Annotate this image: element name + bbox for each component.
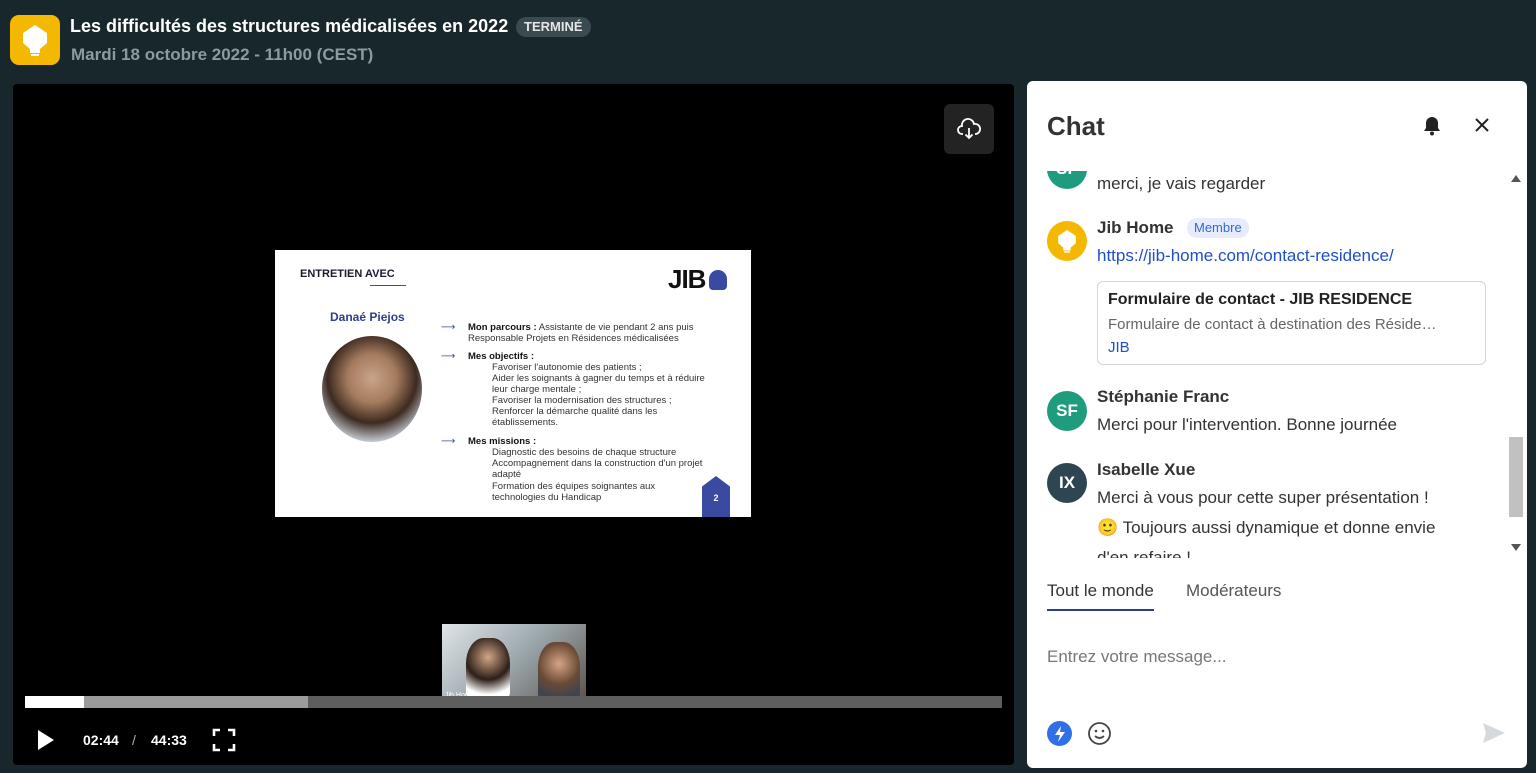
arrow-icon: ⟶ bbox=[441, 322, 456, 333]
slide-objectif: Favoriser l'autonomie des patients ; bbox=[492, 362, 642, 373]
scroll-up-arrow-icon[interactable] bbox=[1511, 175, 1521, 182]
download-button[interactable] bbox=[944, 104, 994, 154]
avatar bbox=[1047, 221, 1087, 261]
message-input[interactable] bbox=[1047, 647, 1487, 667]
event-title: Les difficultés des structures médicalis… bbox=[70, 16, 509, 36]
time-separator: / bbox=[132, 732, 136, 748]
fullscreen-button[interactable] bbox=[212, 728, 236, 752]
slide-objectif: établissements. bbox=[492, 417, 559, 428]
slide-logo: JIB bbox=[668, 264, 706, 294]
chat-panel: Chat SF merci, je vais regarder Jib Home… bbox=[1027, 81, 1527, 768]
chat-scrollbar[interactable] bbox=[1507, 171, 1525, 558]
presentation-slide: ENTRETIEN AVEC JIB Danaé Piejos ⟶ Mon pa… bbox=[275, 250, 751, 517]
slide-heading: ENTRETIEN AVEC bbox=[300, 268, 395, 280]
send-button[interactable] bbox=[1482, 722, 1506, 744]
bell-icon bbox=[1424, 117, 1440, 136]
speaker-video-thumbnail[interactable]: Jib Home bbox=[442, 624, 586, 704]
smiley-icon bbox=[1088, 722, 1111, 745]
chat-title: Chat bbox=[1047, 111, 1105, 141]
scroll-thumb[interactable] bbox=[1509, 437, 1523, 517]
close-chat-button[interactable] bbox=[1473, 116, 1491, 134]
message-link[interactable]: https://jib-home.com/contact-residence/ bbox=[1097, 246, 1394, 266]
slide-parcours-line2: Responsable Projets en Résidences médica… bbox=[468, 333, 679, 344]
slide-parcours: Mon parcours : Assistante de vie pendant… bbox=[468, 322, 694, 333]
slide-heading-underline bbox=[370, 285, 406, 286]
message-author: Isabelle Xue bbox=[1097, 460, 1196, 479]
progress-bar[interactable] bbox=[25, 696, 1002, 708]
arrow-icon: ⟶ bbox=[441, 436, 456, 447]
preview-source: JIB bbox=[1108, 339, 1130, 356]
arrow-icon: ⟶ bbox=[441, 351, 456, 362]
message-author: Jib Home bbox=[1097, 218, 1174, 237]
event-datetime: Mardi 18 octobre 2022 - 11h00 (CEST) bbox=[71, 45, 374, 64]
lightning-icon bbox=[1054, 725, 1065, 742]
cloud-download-icon bbox=[957, 118, 981, 140]
status-badge: TERMINÉ bbox=[516, 17, 591, 37]
slide-objectif: leur charge mentale ; bbox=[492, 384, 582, 395]
progress-played bbox=[25, 696, 84, 708]
slide-logo-mark bbox=[709, 270, 727, 290]
slide-mission: Accompagnement dans la construction d'un… bbox=[492, 458, 703, 469]
quick-actions-button[interactable] bbox=[1047, 721, 1072, 746]
preview-title: Formulaire de contact - JIB RESIDENCE bbox=[1108, 291, 1413, 308]
slide-objectif: Favoriser la modernisation des structure… bbox=[492, 395, 672, 406]
chat-tabs: Tout le monde Modérateurs bbox=[1027, 581, 1527, 617]
member-badge: Membre bbox=[1187, 218, 1249, 238]
slide-mission: adapté bbox=[492, 469, 522, 480]
preview-description: Formulaire de contact à destination des … bbox=[1108, 316, 1437, 333]
slide-mission: technologies du Handicap bbox=[492, 492, 602, 503]
lightbulb-icon bbox=[23, 25, 47, 56]
emoji-button[interactable] bbox=[1087, 721, 1112, 746]
slide-objectif: Aider les soignants à gagner du temps et… bbox=[492, 373, 705, 384]
slide-page-number: 2 bbox=[702, 476, 730, 517]
tab-moderators[interactable]: Modérateurs bbox=[1186, 581, 1281, 609]
play-icon bbox=[38, 730, 54, 750]
close-icon bbox=[1475, 118, 1489, 132]
avatar: IX bbox=[1047, 463, 1087, 503]
notification-button[interactable] bbox=[1421, 115, 1443, 137]
chat-messages[interactable]: SF merci, je vais regarder Jib Home Memb… bbox=[1027, 171, 1527, 558]
message-text: merci, je vais regarder bbox=[1097, 174, 1266, 193]
smile-emoji: 🙂 bbox=[1097, 518, 1119, 537]
duration: 44:33 bbox=[151, 732, 187, 748]
scroll-down-arrow-icon[interactable] bbox=[1511, 544, 1521, 551]
avatar: SF bbox=[1047, 391, 1087, 431]
link-preview-card[interactable]: Formulaire de contact - JIB RESIDENCE Fo… bbox=[1097, 281, 1486, 365]
slide-person-photo bbox=[322, 336, 422, 442]
fullscreen-icon bbox=[212, 728, 236, 752]
message-text: Merci à vous pour cette super présentati… bbox=[1097, 488, 1429, 507]
send-icon bbox=[1483, 723, 1505, 743]
message-text: Merci pour l'intervention. Bonne journée bbox=[1097, 415, 1397, 434]
message-text: d'en refaire ! bbox=[1097, 548, 1191, 558]
slide-mission: Formation des équipes soignantes aux bbox=[492, 481, 656, 492]
current-time: 02:44 bbox=[83, 732, 119, 748]
message-author: Stéphanie Franc bbox=[1097, 387, 1230, 406]
message-text: 🙂 Toujours aussi dynamique et donne envi… bbox=[1097, 518, 1436, 537]
speaker-person bbox=[538, 642, 580, 704]
app-logo bbox=[10, 15, 60, 65]
slide-missions-label: Mes missions : bbox=[468, 436, 537, 447]
lightbulb-icon bbox=[1058, 230, 1076, 253]
slide-objectifs-label: Mes objectifs : bbox=[468, 351, 534, 362]
video-player[interactable]: ENTRETIEN AVEC JIB Danaé Piejos ⟶ Mon pa… bbox=[13, 84, 1014, 765]
slide-person-name: Danaé Piejos bbox=[330, 310, 405, 324]
slide-objectif: Renforcer la démarche qualité dans les bbox=[492, 406, 658, 417]
play-button[interactable] bbox=[35, 728, 57, 752]
slide-mission: Diagnostic des besoins de chaque structu… bbox=[492, 447, 677, 458]
tab-everyone[interactable]: Tout le monde bbox=[1047, 581, 1154, 611]
avatar: SF bbox=[1047, 171, 1087, 189]
